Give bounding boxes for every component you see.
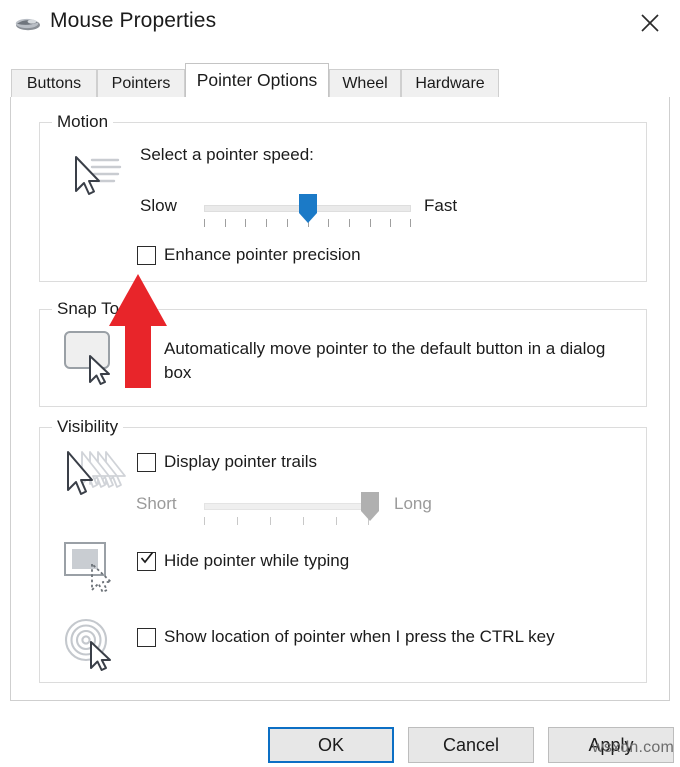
title-bar: Mouse Properties — [0, 0, 680, 48]
tab-hardware[interactable]: Hardware — [401, 69, 499, 97]
label-show-pointer-location: Show location of pointer when I press th… — [164, 627, 555, 646]
tab-buttons[interactable]: Buttons — [11, 69, 97, 97]
tab-label: Hardware — [415, 74, 485, 92]
group-label-motion: Motion — [52, 112, 114, 132]
slider-label-fast: Fast — [424, 196, 458, 215]
group-label-visibility: Visibility — [52, 417, 124, 437]
tab-wheel[interactable]: Wheel — [329, 69, 401, 97]
checkbox-hide-pointer-while-typing[interactable] — [137, 551, 156, 571]
label-enhance-pointer-precision: Enhance pointer precision — [164, 245, 361, 264]
tab-label: Pointers — [111, 74, 171, 92]
group-label-snap-to: Snap To — [52, 299, 125, 319]
default-button-icon — [62, 328, 124, 391]
slider-label-slow: Slow — [140, 196, 177, 215]
label-display-pointer-trails: Display pointer trails — [164, 452, 318, 471]
trails-label-short: Short — [136, 494, 177, 513]
tab-label: Wheel — [342, 74, 388, 92]
label-hide-pointer-while-typing: Hide pointer while typing — [164, 551, 350, 570]
ctrl-locate-icon — [62, 616, 124, 677]
tab-panel-pointer-options: Motion Select a pointer speed: Slow Fast… — [10, 97, 670, 701]
checkbox-show-pointer-location[interactable] — [137, 628, 156, 647]
site-watermark: wsxdn.com — [592, 739, 674, 756]
tab-pointer-options[interactable]: Pointer Options — [185, 63, 329, 97]
cancel-button[interactable]: Cancel — [408, 727, 534, 763]
group-motion: Motion Select a pointer speed: Slow Fast… — [39, 112, 647, 282]
pointer-speed-slider-thumb[interactable] — [298, 193, 318, 224]
checkbox-display-pointer-trails[interactable] — [137, 453, 156, 472]
tab-pointers[interactable]: Pointers — [97, 69, 185, 97]
close-icon[interactable] — [628, 4, 672, 42]
ok-button[interactable]: OK — [268, 727, 394, 763]
cancel-button-label: Cancel — [442, 734, 500, 755]
tab-label: Pointer Options — [196, 70, 318, 90]
pointer-trails-slider-ticks — [204, 517, 369, 525]
pointer-speed-caption: Select a pointer speed: — [140, 145, 314, 164]
hide-pointer-icon — [62, 540, 124, 601]
pointer-trails-slider-thumb[interactable] — [360, 491, 380, 522]
pointer-trails-slider-track[interactable] — [204, 503, 369, 510]
pointer-trails-icon — [60, 448, 130, 509]
group-snap-to: Snap To Automatically move pointer to th… — [39, 299, 647, 407]
label-snap-to-default-button: Automatically move pointer to the defaul… — [164, 339, 606, 382]
page-title: Mouse Properties — [50, 9, 217, 32]
group-visibility: Visibility Display pointer trails Short — [39, 417, 647, 683]
pointer-speed-icon — [62, 151, 124, 208]
mouse-device-icon — [14, 14, 42, 34]
tab-label: Buttons — [26, 74, 82, 92]
tab-bar: Buttons Pointers Pointer Options Wheel H… — [0, 48, 680, 98]
checkbox-enhance-pointer-precision[interactable] — [137, 246, 156, 265]
ok-button-label: OK — [317, 734, 344, 755]
check-mark-icon — [140, 551, 154, 565]
trails-label-long: Long — [394, 494, 432, 513]
